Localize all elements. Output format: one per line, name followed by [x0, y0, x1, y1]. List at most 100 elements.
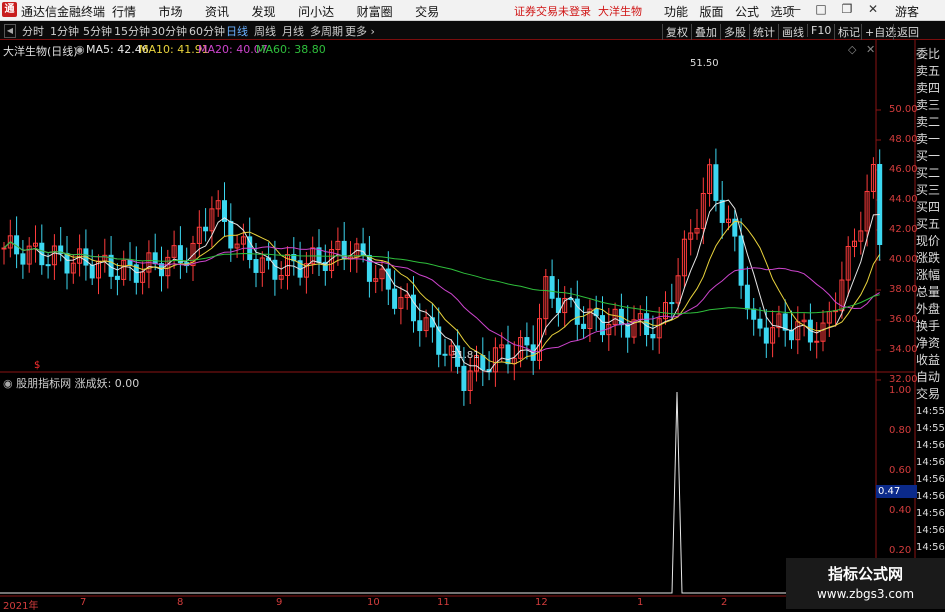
nav-discover[interactable]: 发现	[252, 3, 276, 20]
side-item[interactable]: 买三	[916, 182, 945, 199]
period-60min[interactable]: 60分钟	[189, 23, 225, 39]
collapse-arrow-icon[interactable]: ◀	[4, 24, 16, 38]
btn-adjust[interactable]: 复权	[662, 24, 691, 40]
nav-wealth[interactable]: 财富圈	[357, 3, 393, 20]
period-monthly[interactable]: 月线	[282, 23, 304, 39]
side-item[interactable]: 现价	[916, 233, 945, 250]
side-item[interactable]: 涨跌	[916, 250, 945, 267]
side-item[interactable]: 涨幅	[916, 267, 945, 284]
candle-body	[801, 319, 807, 323]
candle-body	[285, 254, 290, 276]
maximize-button[interactable]: □	[812, 0, 830, 19]
candle-body	[442, 353, 448, 356]
btn-mark[interactable]: 标记	[834, 24, 863, 40]
period-daily[interactable]: 日线	[226, 23, 248, 39]
period-15min[interactable]: 15分钟	[114, 23, 150, 39]
price-label: 36.00	[889, 314, 918, 325]
candle-body	[606, 323, 612, 336]
candle-body	[33, 242, 38, 247]
candle-body	[203, 226, 209, 232]
btn-f10[interactable]: F10	[807, 24, 834, 37]
candle-body	[568, 297, 574, 300]
candle-body	[184, 262, 190, 267]
candle-body	[152, 252, 158, 265]
chart-settings-icon[interactable]: ◇	[848, 43, 856, 56]
indicator-line	[0, 391, 876, 594]
candle-body	[20, 253, 26, 265]
close-button[interactable]: ✕	[864, 0, 882, 19]
candle-body	[310, 247, 316, 265]
candle-body	[600, 315, 605, 336]
side-item[interactable]: 卖二	[916, 114, 945, 131]
nav-ask[interactable]: 问小达	[298, 3, 334, 20]
side-item[interactable]: 卖四	[916, 80, 945, 97]
candle-body	[587, 308, 593, 329]
side-item: 14:56	[916, 457, 945, 468]
indicator-value: 涨成妖: 0.00	[74, 377, 140, 390]
menu-function[interactable]: 功能	[664, 3, 688, 20]
chart-title: 大洋生物(日线)	[3, 45, 78, 58]
time-label: 9	[276, 597, 283, 608]
period-30min[interactable]: 30分钟	[151, 23, 187, 39]
btn-stats[interactable]: 统计	[749, 24, 778, 40]
nav-news[interactable]: 资讯	[205, 3, 229, 20]
candle-body	[45, 264, 51, 267]
side-item[interactable]: 买一	[916, 148, 945, 165]
side-item[interactable]: 卖五	[916, 63, 945, 80]
nav-trade[interactable]: 交易	[415, 3, 439, 20]
period-5min[interactable]: 5分钟	[83, 23, 112, 39]
sub-legend-icon[interactable]: ◉	[3, 377, 13, 390]
candle-body	[385, 268, 391, 290]
price-label: 40.00	[889, 254, 918, 265]
period-tick[interactable]: 分时	[22, 23, 44, 39]
period-1min[interactable]: 1分钟	[50, 23, 79, 39]
side-item[interactable]: 卖一	[916, 131, 945, 148]
candle-body	[417, 320, 423, 332]
sub-axis-label: 0.60	[889, 465, 912, 476]
menu-formula[interactable]: 公式	[735, 3, 759, 20]
signal-marker: $	[34, 360, 41, 371]
candle-body	[266, 257, 272, 261]
side-item: 14:56	[916, 474, 945, 485]
sub-axis-label: 0.80	[889, 425, 912, 436]
side-item[interactable]: 买五	[916, 216, 945, 233]
candle-body	[348, 256, 353, 260]
side-item[interactable]: 收益	[916, 352, 945, 369]
period-multi[interactable]: 多周期	[310, 23, 343, 39]
candle-body	[423, 317, 429, 332]
period-more[interactable]: 更多 ›	[345, 23, 375, 39]
btn-back[interactable]: 返回	[893, 24, 922, 40]
guest-label[interactable]: 游客	[895, 3, 919, 20]
candle-body	[537, 318, 542, 361]
restore-button[interactable]: ❐	[838, 0, 856, 19]
menu-layout[interactable]: 版面	[700, 3, 724, 20]
side-item[interactable]: 换手	[916, 318, 945, 335]
legend-toggle-icon[interactable]: ◉	[75, 43, 85, 56]
period-weekly[interactable]: 周线	[254, 23, 276, 39]
side-item[interactable]: 交易	[916, 386, 945, 403]
candle-body	[637, 313, 643, 321]
side-item[interactable]: 卖三	[916, 97, 945, 114]
candle-body	[335, 240, 341, 251]
chart-close-icon[interactable]: ✕	[866, 43, 875, 56]
side-item[interactable]: 买四	[916, 199, 945, 216]
nav-market[interactable]: 市场	[159, 3, 183, 20]
side-item[interactable]: 自动	[916, 369, 945, 386]
btn-draw[interactable]: 画线	[778, 24, 807, 40]
btn-overlay[interactable]: 叠加	[691, 24, 720, 40]
side-item[interactable]: 买二	[916, 165, 945, 182]
side-item[interactable]: 净资	[916, 335, 945, 352]
time-label: 10	[367, 597, 380, 608]
candle-body	[870, 164, 876, 192]
side-item: 14:56	[916, 440, 945, 451]
side-item[interactable]: 总量	[916, 284, 945, 301]
nav-quotes[interactable]: 行情	[112, 3, 136, 20]
minimize-button[interactable]: —	[786, 0, 804, 19]
ma60-line	[3, 241, 880, 315]
btn-multi-stock[interactable]: 多股	[720, 24, 749, 40]
candle-body	[877, 164, 883, 245]
side-item[interactable]: 外盘	[916, 301, 945, 318]
candle-body	[51, 245, 57, 266]
side-item[interactable]: 委比	[916, 46, 945, 63]
candle-body	[360, 243, 366, 256]
